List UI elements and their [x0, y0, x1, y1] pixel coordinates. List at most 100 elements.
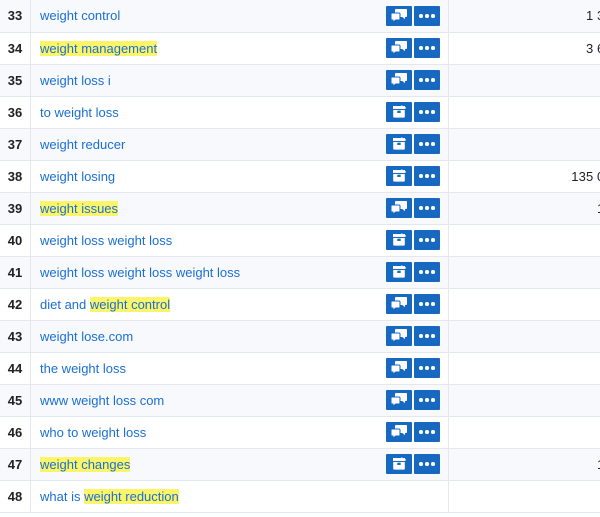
table-row: 44 the weight loss 30 [0, 352, 600, 385]
more-options-button[interactable] [414, 70, 440, 90]
archive-button[interactable] [386, 454, 412, 474]
table-row: 46 who to weight loss 10 [0, 416, 600, 449]
keyword-link[interactable]: what is weight reduction [40, 488, 179, 504]
row-index: 45 [0, 384, 31, 417]
more-options-button[interactable] [414, 326, 440, 346]
keyword-link[interactable]: weight loss i [40, 73, 111, 88]
archive-box-icon [391, 233, 407, 247]
row-action-group [386, 326, 440, 346]
more-options-button[interactable] [414, 294, 440, 314]
keyword-link[interactable]: the weight loss [40, 361, 126, 376]
compare-button[interactable] [386, 198, 412, 218]
archive-button[interactable] [386, 166, 412, 186]
row-action-group [386, 422, 440, 442]
compare-button[interactable] [386, 70, 412, 90]
compare-button[interactable] [386, 5, 412, 26]
compare-button[interactable] [386, 326, 412, 346]
keyword-cell: www weight loss com [30, 384, 365, 417]
archive-button[interactable] [386, 230, 412, 250]
actions-cell [365, 352, 449, 385]
more-options-button[interactable] [414, 166, 440, 186]
double-speech-bubble-icon [391, 425, 407, 439]
compare-button[interactable] [386, 358, 412, 378]
more-options-button[interactable] [414, 5, 440, 26]
table-row: 45 www weight loss com 50 [0, 384, 600, 417]
keyword-cell: weight reducer [30, 128, 365, 161]
row-action-group [386, 102, 440, 122]
ellipsis-icon [419, 334, 435, 338]
search-volume: 30 [448, 480, 600, 513]
search-volume: 30 [448, 352, 600, 385]
double-speech-bubble-icon [391, 297, 407, 311]
more-options-button[interactable] [414, 134, 440, 154]
keyword-link[interactable]: weight issues [40, 200, 119, 216]
keyword-link[interactable]: weight losing [40, 169, 115, 184]
double-speech-bubble-icon [391, 41, 407, 55]
compare-button[interactable] [386, 38, 412, 58]
keyword-link[interactable]: weight management [40, 40, 158, 56]
table-row: 47 weight changes 140 [0, 448, 600, 481]
row-index: 46 [0, 416, 31, 449]
keyword-table-body: 33 weight control 1 300 34 weight management… [0, 0, 600, 513]
table-row: 39 weight issues 140 [0, 192, 600, 225]
keyword-link[interactable]: weight changes [40, 456, 131, 472]
keyword-link[interactable]: to weight loss [40, 105, 119, 120]
archive-button[interactable] [386, 134, 412, 154]
keyword-link[interactable]: who to weight loss [40, 425, 146, 440]
row-index: 33 [0, 0, 31, 33]
keyword-text: the weight loss [40, 360, 126, 376]
archive-box-icon [391, 457, 407, 471]
row-index: 40 [0, 224, 31, 257]
keyword-cell: weight loss i [30, 64, 365, 97]
table-row: 37 weight reducer 10 [0, 128, 600, 161]
keyword-link[interactable]: weight loss weight loss [40, 233, 172, 248]
actions-cell [365, 0, 449, 33]
row-index: 48 [0, 480, 31, 513]
keyword-text: diet and [40, 296, 90, 312]
search-volume: 10 [448, 320, 600, 353]
keyword-link[interactable]: weight loss weight loss weight loss [40, 265, 240, 280]
keyword-cell: weight lose.com [30, 320, 365, 353]
row-index: 47 [0, 448, 31, 481]
keyword-link[interactable]: diet and weight control [40, 296, 171, 312]
keyword-link[interactable]: weight lose.com [40, 329, 133, 344]
search-volume: 10 [448, 416, 600, 449]
row-index: 38 [0, 160, 31, 193]
table-row: 33 weight control 1 300 [0, 0, 600, 33]
ellipsis-icon [419, 46, 435, 50]
keyword-text: weight control [40, 8, 121, 24]
double-speech-bubble-icon [391, 201, 407, 215]
keyword-text: www weight loss com [40, 392, 165, 408]
more-options-button[interactable] [414, 358, 440, 378]
keyword-link[interactable]: www weight loss com [40, 393, 164, 408]
keyword-text: what is [40, 488, 85, 504]
compare-button[interactable] [386, 294, 412, 314]
more-options-button[interactable] [414, 102, 440, 122]
compare-button[interactable] [386, 422, 412, 442]
actions-cell [365, 128, 449, 161]
keyword-text: who to weight loss [40, 424, 147, 440]
more-options-button[interactable] [414, 198, 440, 218]
more-options-button[interactable] [414, 262, 440, 282]
compare-button[interactable] [386, 390, 412, 410]
ellipsis-icon [419, 398, 435, 402]
double-speech-bubble-icon [391, 73, 407, 87]
keyword-link[interactable]: weight reducer [40, 137, 125, 152]
archive-button[interactable] [386, 262, 412, 282]
more-options-button[interactable] [414, 454, 440, 474]
ellipsis-icon [419, 430, 435, 434]
more-options-button[interactable] [414, 230, 440, 250]
archive-button[interactable] [386, 102, 412, 122]
row-index: 34 [0, 32, 31, 65]
more-options-button[interactable] [414, 390, 440, 410]
more-options-button[interactable] [414, 422, 440, 442]
keyword-results-table: 33 weight control 1 300 34 weight management… [0, 0, 600, 513]
row-index: 42 [0, 288, 31, 321]
keyword-cell: weight changes [30, 448, 365, 481]
more-options-button[interactable] [414, 38, 440, 58]
keyword-text: weight losing [40, 168, 116, 184]
row-action-group [386, 5, 440, 26]
keyword-link[interactable]: weight control [40, 8, 120, 23]
actions-cell [365, 416, 449, 449]
double-speech-bubble-icon [391, 393, 407, 407]
